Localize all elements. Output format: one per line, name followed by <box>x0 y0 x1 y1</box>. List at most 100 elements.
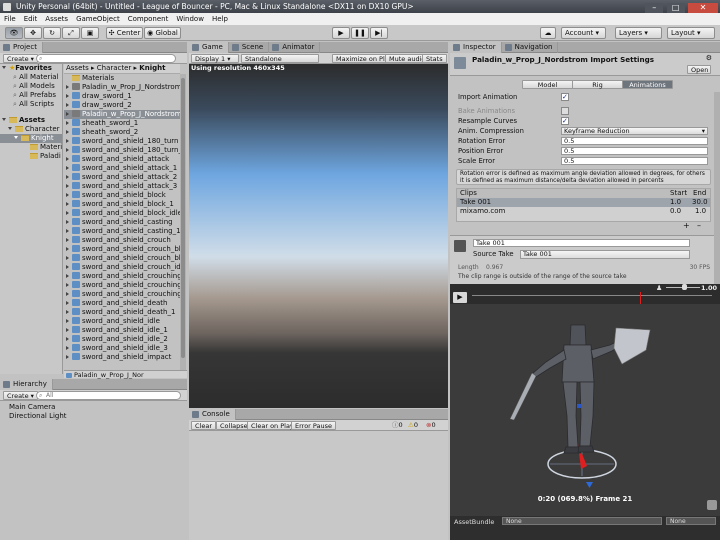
timeline-track[interactable] <box>472 295 712 296</box>
anim-compression-dropdown[interactable]: Keyframe Reduction ▾ <box>561 127 708 135</box>
scale-error-input[interactable]: 0.5 <box>561 157 708 165</box>
move-tool-button[interactable]: ✥ <box>24 27 42 39</box>
file-row[interactable]: sword_and_shield_attack_1 <box>64 164 180 173</box>
expand-icon[interactable] <box>66 157 69 161</box>
layout-dropdown[interactable]: Layout ▾ <box>667 27 715 39</box>
file-row[interactable]: sheath_sword_2 <box>64 128 180 137</box>
tab-project[interactable]: Project <box>0 42 43 53</box>
pivot-global-button[interactable]: ◉ Global <box>144 27 181 39</box>
play-button[interactable]: ▶ <box>332 27 350 39</box>
console-error-count[interactable]: ⊗0 <box>423 421 439 430</box>
file-row[interactable]: sword_and_shield_idle_2 <box>64 335 180 344</box>
menu-assets[interactable]: Assets <box>41 13 72 25</box>
position-error-input[interactable]: 0.5 <box>561 147 708 155</box>
bake-animations-checkbox[interactable] <box>561 107 569 115</box>
expand-icon[interactable] <box>66 301 69 305</box>
clip-row[interactable]: mixamo.com 0.0 1.0 <box>457 207 710 216</box>
open-button[interactable]: Open <box>687 65 711 74</box>
console-clear-button[interactable]: Clear <box>191 421 216 430</box>
file-row[interactable]: sword_and_shield_block_1 <box>64 200 180 209</box>
account-dropdown[interactable]: Account ▾ <box>561 27 606 39</box>
settings-gear-icon[interactable]: ⚙ <box>706 54 712 62</box>
rotate-tool-button[interactable]: ↻ <box>43 27 61 39</box>
menu-window[interactable]: Window <box>172 13 208 25</box>
tree-item-knight[interactable]: Knight <box>0 134 62 143</box>
file-row[interactable]: sword_and_shield_attack <box>64 155 180 164</box>
file-row[interactable]: Materials <box>64 74 180 83</box>
file-row[interactable]: sword_and_shield_idle_3 <box>64 344 180 353</box>
assets-root[interactable]: Assets <box>0 116 62 125</box>
favorite-item[interactable]: ⌕ All Scripts <box>0 100 62 109</box>
project-create-button[interactable]: Create ▾ <box>3 54 38 63</box>
expand-icon[interactable] <box>66 274 69 278</box>
menu-component[interactable]: Component <box>124 13 173 25</box>
favorite-item[interactable]: ⌕ All Models <box>0 82 62 91</box>
expand-icon[interactable] <box>66 238 69 242</box>
clip-row[interactable]: Take 001 1.0 30.0 <box>457 198 710 207</box>
file-row[interactable]: Paladin_w_Prop_J_Nordstrom <box>64 83 180 92</box>
file-row[interactable]: sword_and_shield_crouch_idle <box>64 263 180 272</box>
file-row[interactable]: sword_and_shield_180_turn <box>64 137 180 146</box>
tab-navigation[interactable]: Navigation <box>502 42 559 53</box>
expand-icon[interactable] <box>66 121 69 125</box>
file-row[interactable]: sword_and_shield_crouching_ <box>64 290 180 299</box>
breadcrumb-item[interactable]: Knight <box>139 64 165 72</box>
expand-icon[interactable] <box>66 292 69 296</box>
expand-icon[interactable] <box>66 265 69 269</box>
project-search-input[interactable]: ⌕ <box>36 54 176 63</box>
step-button[interactable]: ▶| <box>370 27 388 39</box>
file-row[interactable]: draw_sword_2 <box>64 101 180 110</box>
breadcrumb-item[interactable]: Assets <box>66 64 89 72</box>
game-viewport[interactable]: Using resolution 460x345 <box>189 64 448 408</box>
expand-icon[interactable] <box>66 337 69 341</box>
expand-icon[interactable] <box>66 112 69 116</box>
file-row[interactable]: sword_and_shield_casting_1 <box>64 227 180 236</box>
layers-dropdown[interactable]: Layers ▾ <box>615 27 662 39</box>
file-row[interactable]: sword_and_shield_attack_3 <box>64 182 180 191</box>
menu-file[interactable]: File <box>0 13 20 25</box>
file-row[interactable]: sword_and_shield_crouch_blo <box>64 254 180 263</box>
expand-icon[interactable] <box>66 211 69 215</box>
menu-gameobject[interactable]: GameObject <box>72 13 124 25</box>
file-row[interactable]: sword_and_shield_idle <box>64 317 180 326</box>
tab-game[interactable]: Game <box>189 42 229 53</box>
menu-help[interactable]: Help <box>208 13 232 25</box>
tab-model[interactable]: Model <box>522 80 573 89</box>
favorites-header[interactable]: ★Favorites <box>0 64 62 73</box>
expand-icon[interactable] <box>66 220 69 224</box>
console-warning-count[interactable]: ⚠0 <box>405 421 421 430</box>
scale-tool-button[interactable]: ⤢ <box>62 27 80 39</box>
hierarchy-item-main-camera[interactable]: Main Camera <box>9 403 178 412</box>
expand-icon[interactable] <box>66 85 69 89</box>
assetbundle-variant-dropdown[interactable]: None <box>666 517 716 525</box>
stats-toggle[interactable]: Stats <box>422 54 447 63</box>
display-dropdown[interactable]: Display 1 ▾ <box>191 54 239 63</box>
expand-icon[interactable] <box>66 328 69 332</box>
favorite-item[interactable]: ⌕ All Material <box>0 73 62 82</box>
expand-icon[interactable] <box>66 346 69 350</box>
inspector-scrollbar[interactable] <box>714 92 720 284</box>
expand-icon[interactable] <box>66 310 69 314</box>
expand-icon[interactable] <box>66 130 69 134</box>
resample-curves-checkbox[interactable] <box>561 116 569 126</box>
file-row[interactable]: sword_and_shield_crouch <box>64 236 180 245</box>
expand-icon[interactable] <box>66 355 69 359</box>
tab-animator[interactable]: Animator <box>269 42 321 53</box>
clip-name-input[interactable]: Take 001 <box>473 239 690 247</box>
hand-tool-button[interactable]: 👁 <box>5 27 23 39</box>
expand-icon[interactable] <box>66 202 69 206</box>
assetbundle-name-dropdown[interactable]: None <box>502 517 662 525</box>
tab-rig[interactable]: Rig <box>572 80 623 89</box>
tab-scene[interactable]: Scene <box>229 42 270 53</box>
scrollbar-thumb[interactable] <box>181 78 185 358</box>
file-row[interactable]: sword_and_shield_casting <box>64 218 180 227</box>
expand-icon[interactable] <box>66 103 69 107</box>
resolution-dropdown[interactable]: Standalone (1024x768) ▾ <box>241 54 319 71</box>
expand-icon[interactable] <box>66 193 69 197</box>
tab-console[interactable]: Console <box>189 409 236 420</box>
speed-slider-thumb[interactable] <box>682 284 687 290</box>
file-row[interactable]: Paladin_w_Prop_J_Nordstrom <box>64 110 180 119</box>
expand-icon[interactable] <box>66 256 69 260</box>
hierarchy-create-button[interactable]: Create ▾ <box>3 391 38 400</box>
expand-icon[interactable] <box>66 175 69 179</box>
